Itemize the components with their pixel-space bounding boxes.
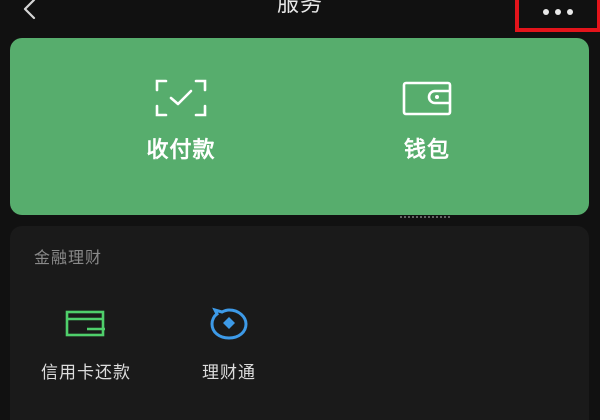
wealth-icon — [207, 306, 251, 342]
wallet-button[interactable]: 钱包 — [357, 78, 497, 198]
top-navigation-bar: 服务 — [0, 0, 600, 32]
pay-receive-button[interactable]: 收付款 — [111, 78, 251, 198]
wealth-management-label: 理财通 — [202, 363, 256, 383]
credit-card-icon — [64, 306, 108, 342]
page-title: 服务 — [276, 0, 323, 17]
payment-wallet-card: 收付款 钱包 — [10, 38, 589, 218]
finance-section: 金融理财 信用卡还款 理财通 — [10, 226, 589, 420]
finance-section-title: 金融理财 — [34, 248, 103, 267]
scan-check-icon — [153, 78, 209, 118]
wallet-icon — [399, 78, 455, 118]
services-screen: 服务 收付款 钱包 金融理财 信用卡还款 理财通 — [0, 0, 600, 420]
wealth-management-item[interactable]: 理财通 — [169, 306, 289, 386]
more-options-button[interactable] — [515, 0, 600, 32]
more-dots-icon — [543, 9, 573, 15]
wallet-label: 钱包 — [403, 138, 450, 163]
credit-card-repayment-label: 信用卡还款 — [41, 363, 131, 383]
card-decoration — [400, 216, 450, 220]
pay-receive-label: 收付款 — [146, 138, 216, 163]
credit-card-repayment-item[interactable]: 信用卡还款 — [26, 306, 146, 386]
